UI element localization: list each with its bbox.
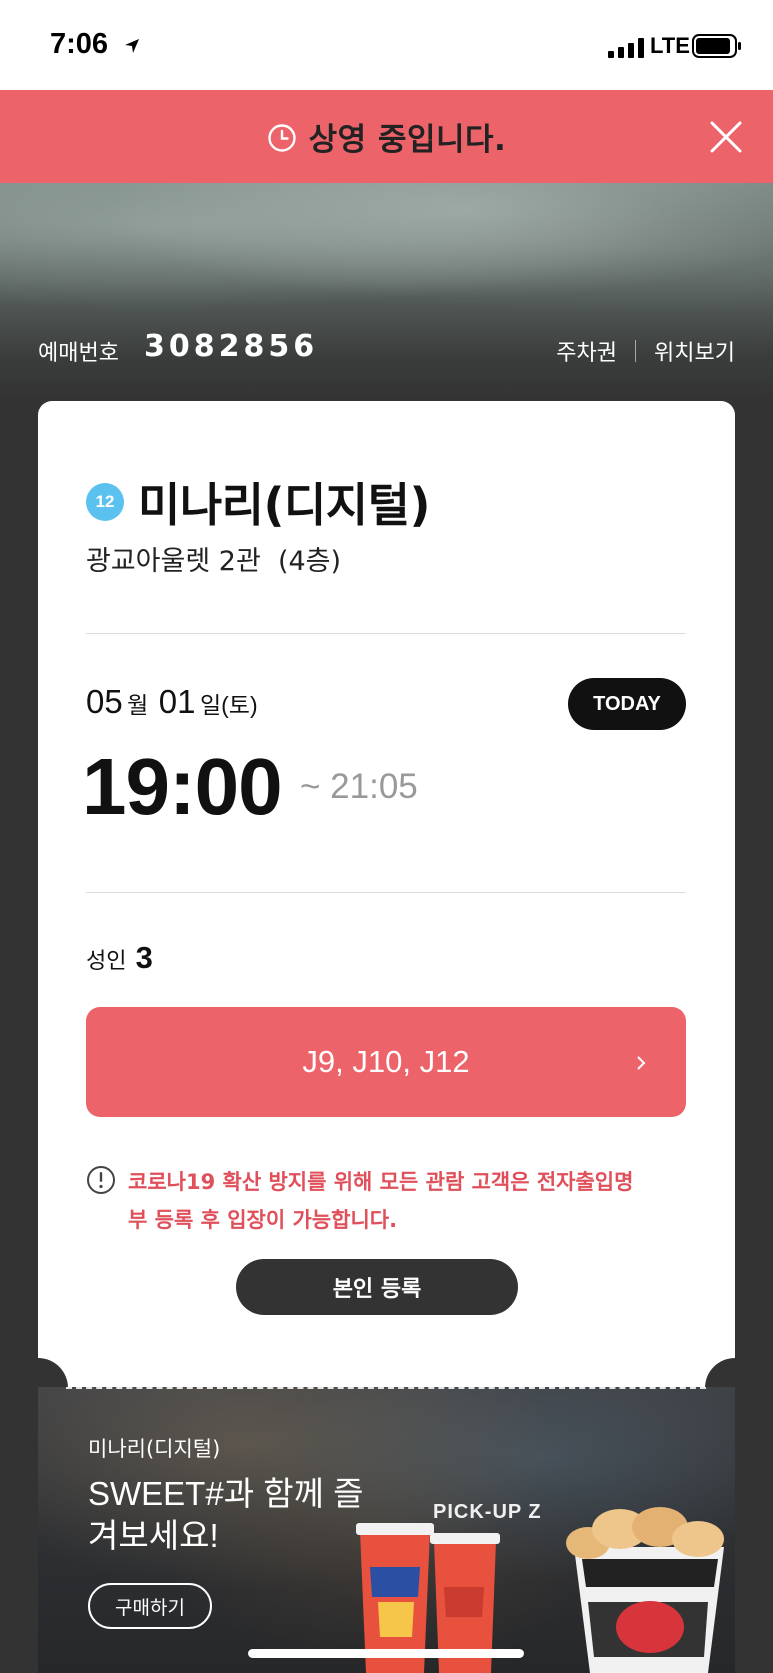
covid-notice: 코로나19 확산 방지를 위해 모든 관람 고객은 전자출입명부 등록 후 입장… [128, 1170, 634, 1232]
start-time: 19:00 [82, 742, 283, 831]
today-badge: TODAY [568, 678, 686, 730]
promo-movie-title: 미나리(디지털) [88, 1437, 221, 1461]
home-indicator[interactable] [248, 1649, 524, 1658]
cellular-signal-icon [608, 38, 644, 58]
register-button[interactable]: 본인 등록 [236, 1259, 518, 1315]
banner-text: 상영 중입니다. [308, 122, 507, 158]
close-icon[interactable] [709, 120, 743, 154]
venue-info: 광교아울렛 2관 (4층) [86, 546, 342, 577]
location-link[interactable]: 위치보기 [654, 335, 735, 367]
clock-icon [267, 123, 296, 152]
seat-numbers: J9, J10, J12 [302, 1044, 470, 1079]
date-day-unit: 일(토) [199, 692, 258, 718]
battery-icon [692, 34, 741, 58]
promo-banner[interactable]: PICK-UP Z 미나리(디지털) SWEET#과 함께 즐겨보세요! 구매하… [38, 1387, 735, 1673]
divider [86, 892, 686, 893]
chevron-right-icon [637, 1056, 646, 1070]
location-arrow-icon [125, 39, 139, 53]
audience-count: 3 [135, 940, 153, 975]
reservation-label: 예매번호 [38, 341, 119, 366]
perforation-line [66, 1387, 706, 1389]
status-time: 7:06 [50, 28, 109, 60]
hero-links: 주차권 위치보기 [556, 335, 735, 367]
divider [635, 340, 637, 362]
audience-info: 성인 3 [86, 940, 153, 976]
reservation-number[interactable]: 3082856 [144, 329, 318, 364]
date-month: 05 [86, 683, 123, 720]
buy-button[interactable]: 구매하기 [88, 1583, 212, 1629]
chevron-right-icon[interactable] [302, 339, 314, 357]
hero-backdrop: 예매번호 3082856 주차권 위치보기 [0, 183, 773, 400]
date-month-unit: 월 [127, 692, 149, 718]
divider [86, 633, 686, 634]
promo-headline: SWEET#과 함께 즐겨보세요! [88, 1475, 364, 1554]
seat-button[interactable]: J9, J10, J12 [86, 1007, 686, 1117]
parking-ticket-link[interactable]: 주차권 [556, 335, 617, 367]
date-day: 01 [158, 683, 196, 720]
status-bar: 7:06 LTE [0, 0, 773, 90]
hero-blurred-image [0, 183, 773, 323]
audience-label: 성인 [86, 949, 127, 974]
network-type: LTE [650, 33, 690, 58]
ticket-card: 12 미나리(디지털) 광교아울렛 2관 (4층) 05 월 01 일(토) T… [38, 401, 735, 1387]
show-date: 05 월 01 일(토) [86, 683, 264, 721]
movie-title: 미나리(디지털) [138, 478, 430, 532]
now-showing-banner: 상영 중입니다. [0, 90, 773, 183]
age-rating-badge: 12 [86, 483, 124, 521]
exclamation-circle-icon [87, 1166, 115, 1194]
end-time: ~ 21:05 [300, 767, 418, 806]
